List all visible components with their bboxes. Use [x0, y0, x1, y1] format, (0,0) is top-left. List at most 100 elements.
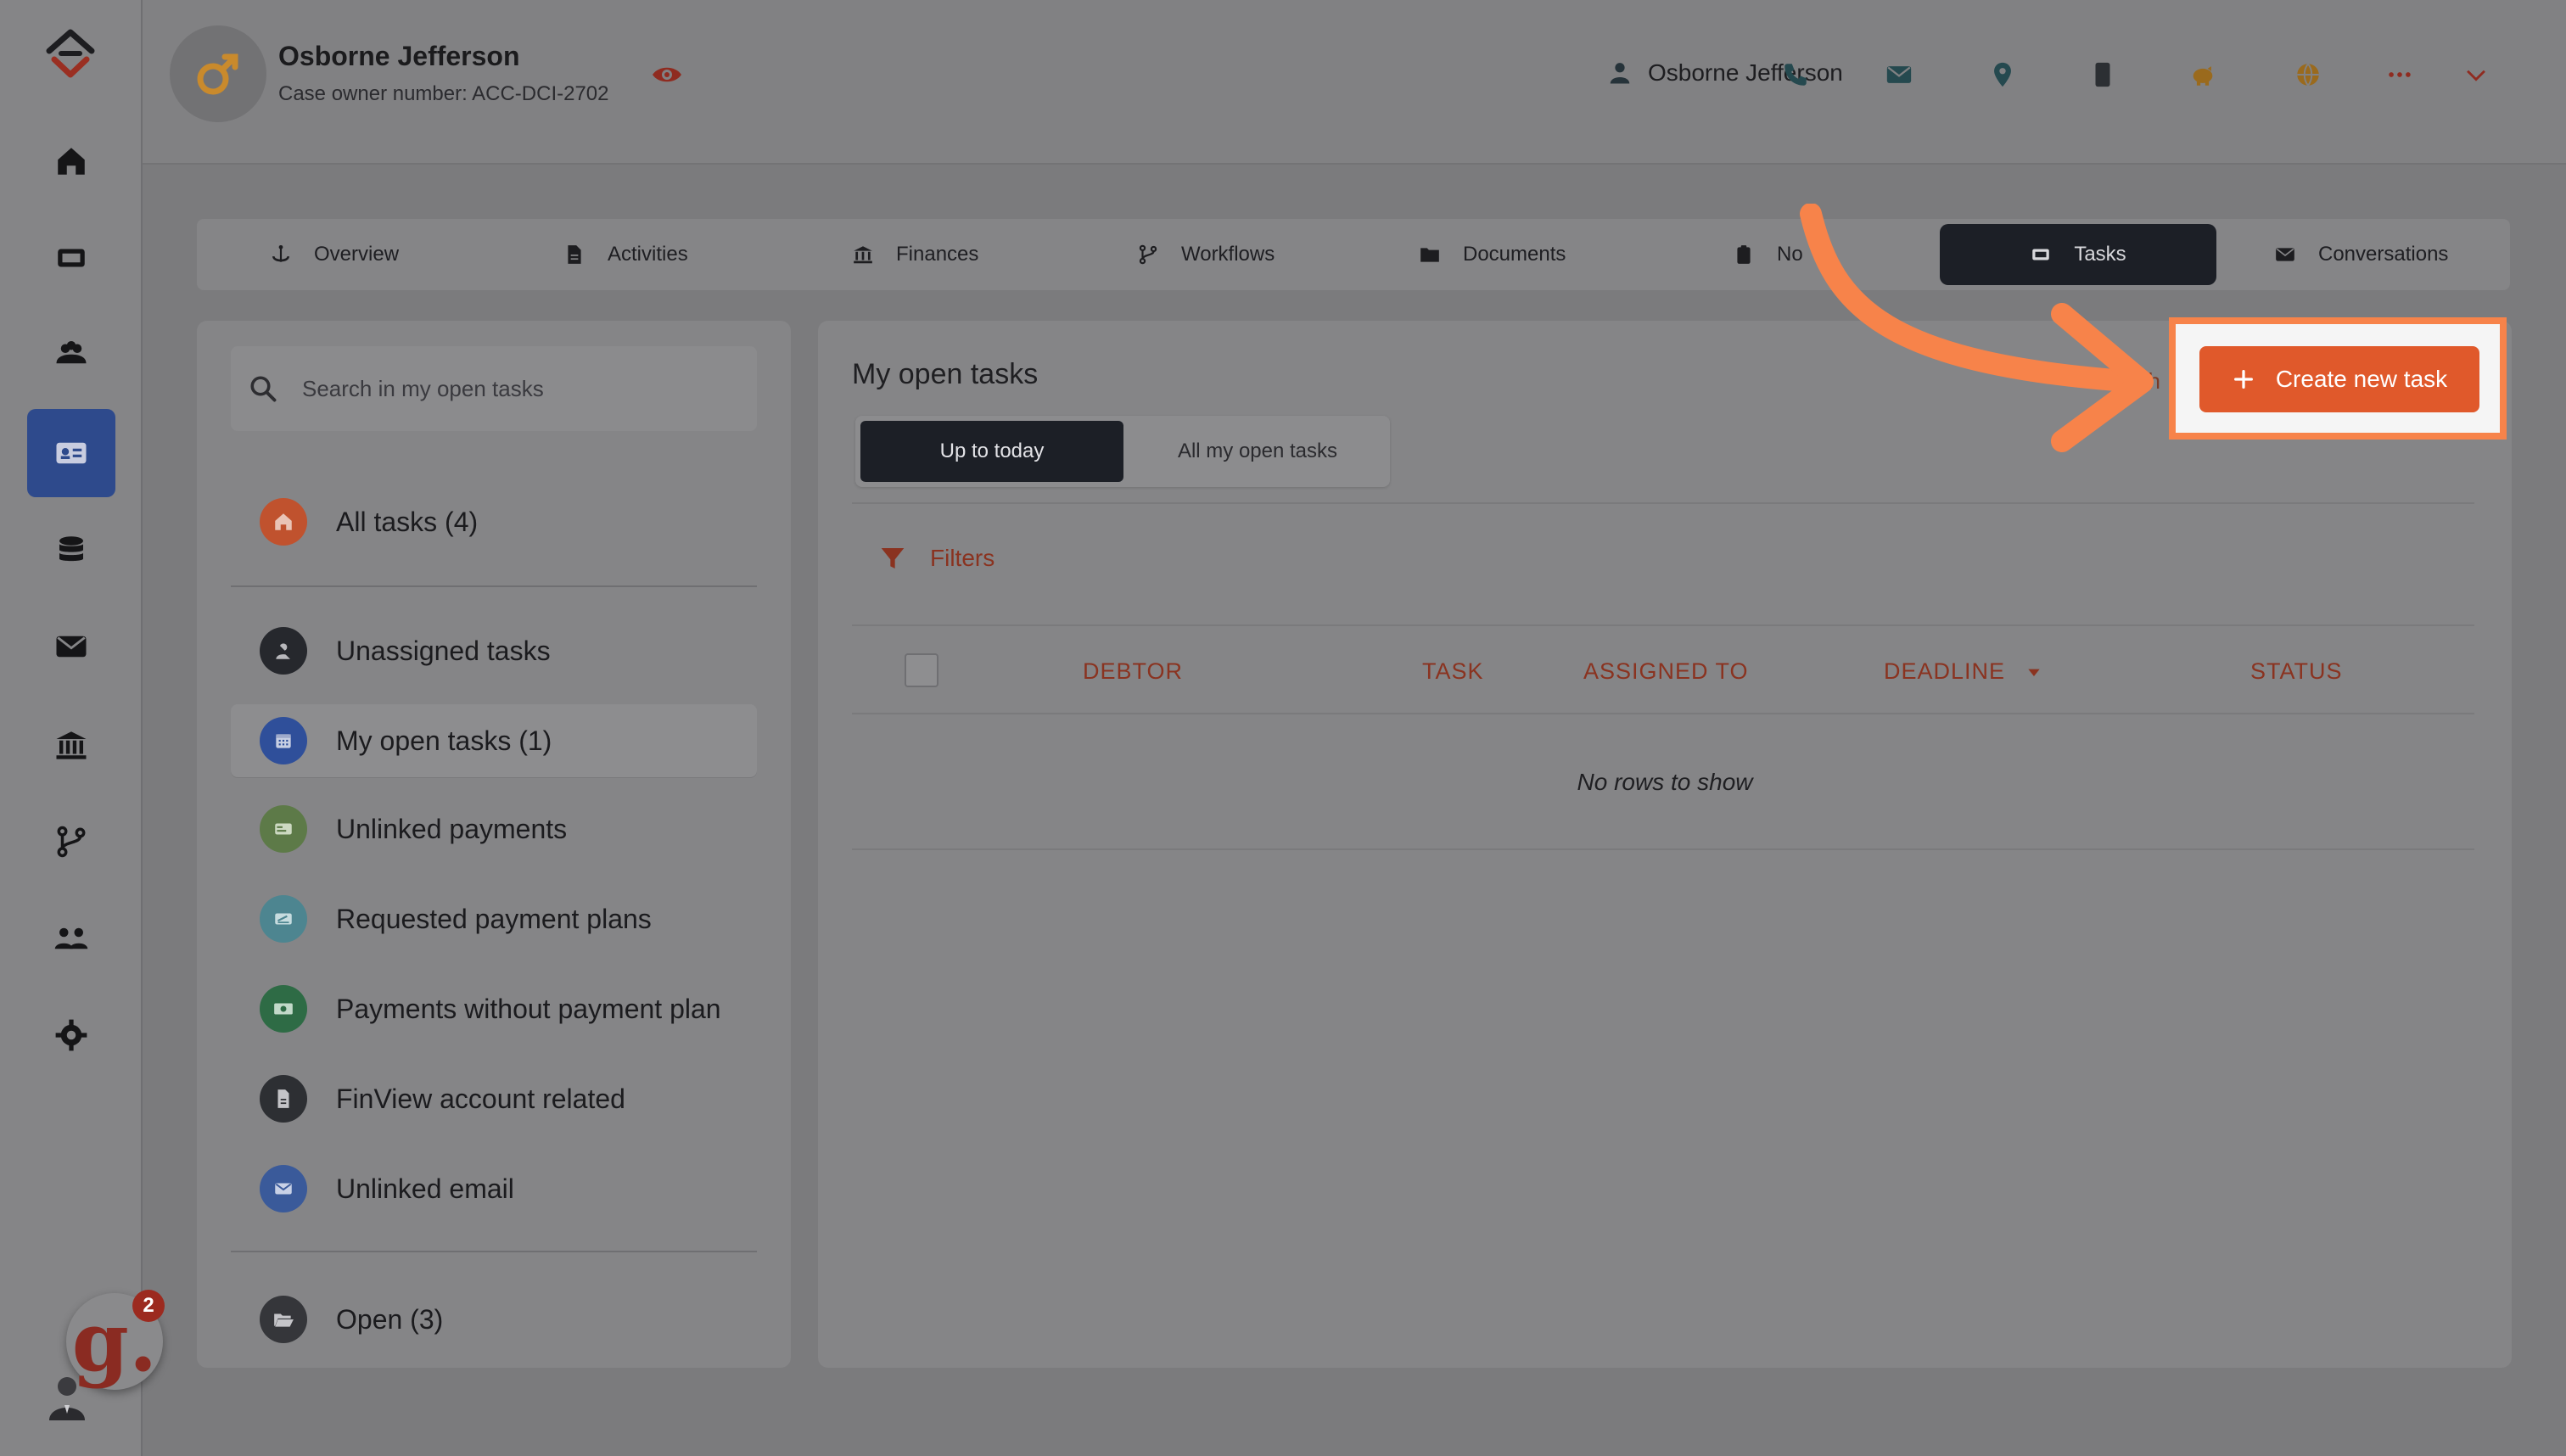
eye-icon[interactable] — [650, 61, 684, 88]
empty-table-message: No rows to show — [1577, 769, 1753, 795]
list-item-label: Unassigned tasks — [336, 635, 551, 666]
ticket-icon — [58, 249, 85, 267]
select-all-checkbox[interactable] — [905, 653, 938, 687]
website-button[interactable] — [2291, 58, 2325, 92]
list-item-unassigned-tasks[interactable]: Unassigned tasks — [231, 614, 757, 687]
nav-contacts[interactable] — [27, 409, 115, 497]
create-new-task-button[interactable]: Create new task — [2199, 346, 2479, 412]
search-input[interactable] — [300, 374, 745, 403]
divider — [852, 848, 2474, 850]
list-item-payments-without-plan[interactable]: Payments without payment plan — [231, 972, 757, 1045]
tab-conversations[interactable]: Conversations — [2274, 219, 2448, 290]
mobile-icon — [2095, 62, 2110, 87]
mobile-button[interactable] — [2086, 58, 2120, 92]
list-item-all-tasks[interactable]: All tasks (4) — [231, 485, 757, 558]
location-icon — [1994, 62, 2011, 87]
plus-icon — [2233, 370, 2253, 389]
column-task[interactable]: TASK — [1422, 658, 1484, 685]
funnel-icon — [881, 548, 905, 568]
file-icon — [568, 245, 581, 264]
person-icon — [1610, 63, 1630, 84]
divider — [852, 713, 2474, 714]
anchor-icon — [272, 244, 289, 262]
tab-workflows[interactable]: Workflows — [1137, 219, 1275, 290]
home-icon — [58, 148, 85, 175]
segment-up-to-today[interactable]: Up to today — [860, 421, 1123, 482]
pointer-arrow-icon — [1800, 204, 2154, 452]
column-status[interactable]: STATUS — [2250, 658, 2343, 685]
tab-overview[interactable]: Overview — [270, 219, 399, 290]
mail-button[interactable] — [1882, 58, 1916, 92]
create-new-task-label: Create new task — [2275, 366, 2448, 392]
phone-button[interactable] — [1779, 58, 1812, 92]
case-name: Osborne Jefferson — [278, 41, 520, 71]
tab-documents[interactable]: Documents — [1419, 219, 1566, 290]
phone-icon — [1784, 64, 1807, 86]
list-item-label: Unlinked payments — [336, 813, 568, 844]
segment-all-open-tasks[interactable]: All my open tasks — [1130, 421, 1385, 482]
list-item-my-open-tasks[interactable]: My open tasks (1) — [231, 704, 757, 777]
column-deadline-label: DEADLINE — [1884, 658, 2006, 684]
chevron-down-icon — [2467, 70, 2485, 81]
payment-card-icon — [260, 805, 307, 853]
calendar-icon — [260, 717, 307, 764]
nav-database[interactable] — [27, 506, 115, 594]
avatar[interactable] — [42, 1371, 92, 1420]
filters-button[interactable]: Filters — [879, 545, 994, 572]
list-item-label: All tasks (4) — [336, 506, 479, 537]
database-icon — [59, 536, 83, 562]
column-assigned-to[interactable]: ASSIGNED TO — [1583, 658, 1749, 685]
list-item-finview-account[interactable]: FinView account related — [231, 1062, 757, 1135]
nav-mail[interactable] — [27, 602, 115, 691]
location-button[interactable] — [1986, 58, 2020, 92]
list-item-label: My open tasks (1) — [336, 725, 552, 756]
list-item-unlinked-email[interactable]: Unlinked email — [231, 1152, 757, 1225]
envelope-icon — [56, 636, 87, 658]
filters-label: Filters — [930, 545, 995, 571]
divider — [231, 585, 757, 587]
divider — [852, 624, 2474, 626]
app-logo[interactable] — [42, 25, 98, 81]
nav-bank[interactable] — [27, 701, 115, 789]
savings-button[interactable] — [2186, 58, 2220, 92]
document-icon — [260, 1075, 307, 1123]
sort-desc-icon — [2028, 669, 2040, 676]
left-navigation: g. 2 — [0, 0, 165, 1456]
more-icon — [2389, 72, 2411, 77]
search-icon — [250, 376, 277, 402]
tasks-main-panel: My open tasks esh Up to today All my ope… — [818, 321, 2512, 1368]
piggy-bank-icon — [2193, 66, 2213, 86]
list-item-label: Open (3) — [336, 1303, 444, 1335]
assistant-count-badge: 2 — [132, 1290, 165, 1322]
users-icon — [56, 341, 87, 364]
tab-finances[interactable]: Finances — [852, 219, 978, 290]
expand-header-button[interactable] — [2459, 58, 2493, 92]
nav-workflows[interactable] — [27, 798, 115, 886]
home-icon — [260, 498, 307, 546]
tab-label: Conversations — [2318, 243, 2449, 266]
list-item-requested-payment-plans[interactable]: Requested payment plans — [231, 882, 757, 955]
list-item-label: Payments without payment plan — [336, 993, 721, 1024]
folder-open-icon — [260, 1296, 307, 1343]
id-card-icon — [56, 442, 87, 464]
column-debtor[interactable]: DEBTOR — [1083, 658, 1183, 685]
tab-label: Documents — [1463, 243, 1566, 266]
gear-icon — [55, 1019, 87, 1051]
nav-team[interactable] — [27, 894, 115, 983]
envelope-icon — [2276, 248, 2294, 261]
column-deadline[interactable]: DEADLINE — [1884, 658, 2042, 685]
task-search[interactable] — [231, 346, 757, 431]
nav-tickets[interactable] — [27, 214, 115, 302]
nav-settings[interactable] — [27, 991, 115, 1079]
nav-users[interactable] — [27, 309, 115, 397]
male-icon — [197, 53, 238, 95]
list-item-open[interactable]: Open (3) — [231, 1283, 757, 1356]
contact-name: Osborne Jefferson — [1648, 59, 1843, 86]
clipboard-icon — [1737, 245, 1751, 264]
tab-label: Finances — [896, 243, 979, 266]
nav-home[interactable] — [27, 117, 115, 205]
more-button[interactable] — [2383, 58, 2417, 92]
bank-icon — [854, 246, 872, 264]
list-item-unlinked-payments[interactable]: Unlinked payments — [231, 792, 757, 865]
tab-activities[interactable]: Activities — [563, 219, 688, 290]
